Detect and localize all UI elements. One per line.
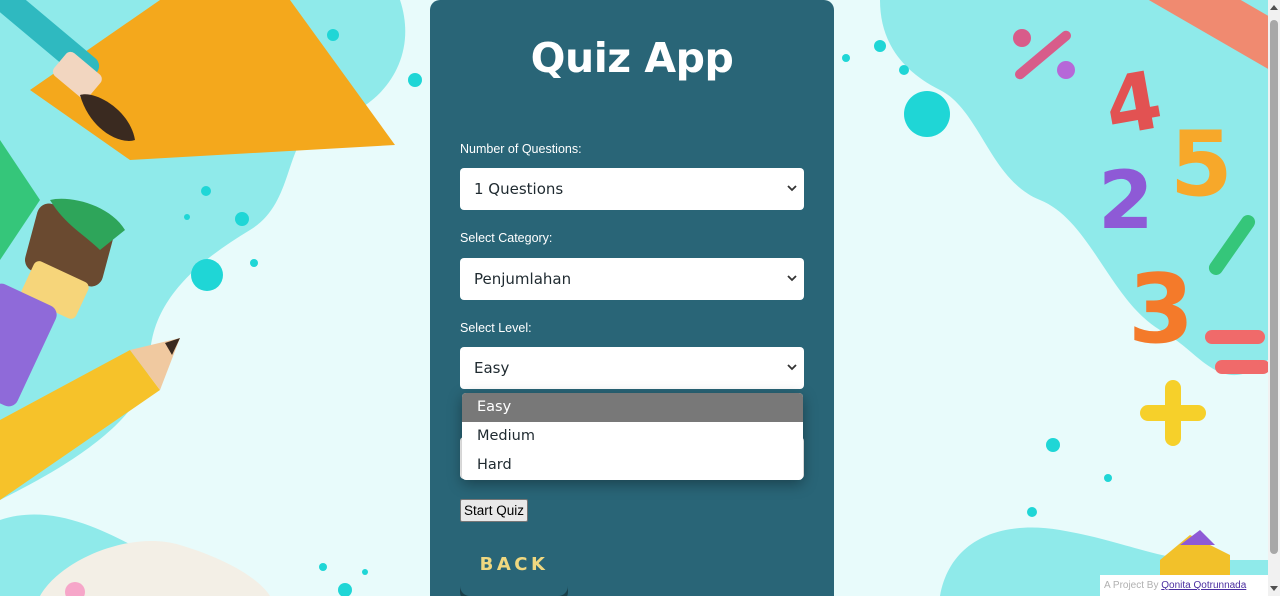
level-select-value: Easy [474,359,510,377]
level-option-medium[interactable]: Medium [462,422,803,451]
questions-label: Number of Questions: [460,142,582,156]
level-dropdown-list: Easy Medium Hard [462,393,803,480]
scrollbar-thumb[interactable] [1270,20,1278,554]
page-title: Quiz App [530,34,734,82]
credit-prefix: A Project By [1104,580,1159,591]
start-quiz-button[interactable]: Start Quiz [460,499,528,522]
chevron-down-icon [787,185,797,192]
chevron-down-icon [787,275,797,282]
scrollbar[interactable] [1268,0,1280,596]
level-option-hard[interactable]: Hard [462,451,803,480]
questions-select[interactable]: 1 Questions [460,168,804,210]
level-label: Select Level: [460,321,532,335]
quiz-card: Quiz App Number of Questions: 1 Question… [430,0,834,596]
footer-credit: A Project By Qonita Qotrunnada [1100,575,1268,596]
category-select-value: Penjumlahan [474,270,572,288]
level-option-easy[interactable]: Easy [462,393,803,422]
category-label: Select Category: [460,231,553,245]
questions-select-value: 1 Questions [474,180,564,198]
back-button[interactable]: BACK [460,543,568,596]
triangle-up-icon[interactable] [1270,4,1278,12]
author-link[interactable]: Qonita Qotrunnada [1161,580,1246,591]
level-select[interactable]: Easy [460,347,804,389]
triangle-down-icon[interactable] [1270,584,1278,592]
svg-text:2: 2 [1098,154,1154,247]
category-select[interactable]: Penjumlahan [460,258,804,300]
svg-text:3: 3 [1128,255,1194,365]
svg-text:5: 5 [1170,112,1233,217]
chevron-down-icon [787,364,797,371]
